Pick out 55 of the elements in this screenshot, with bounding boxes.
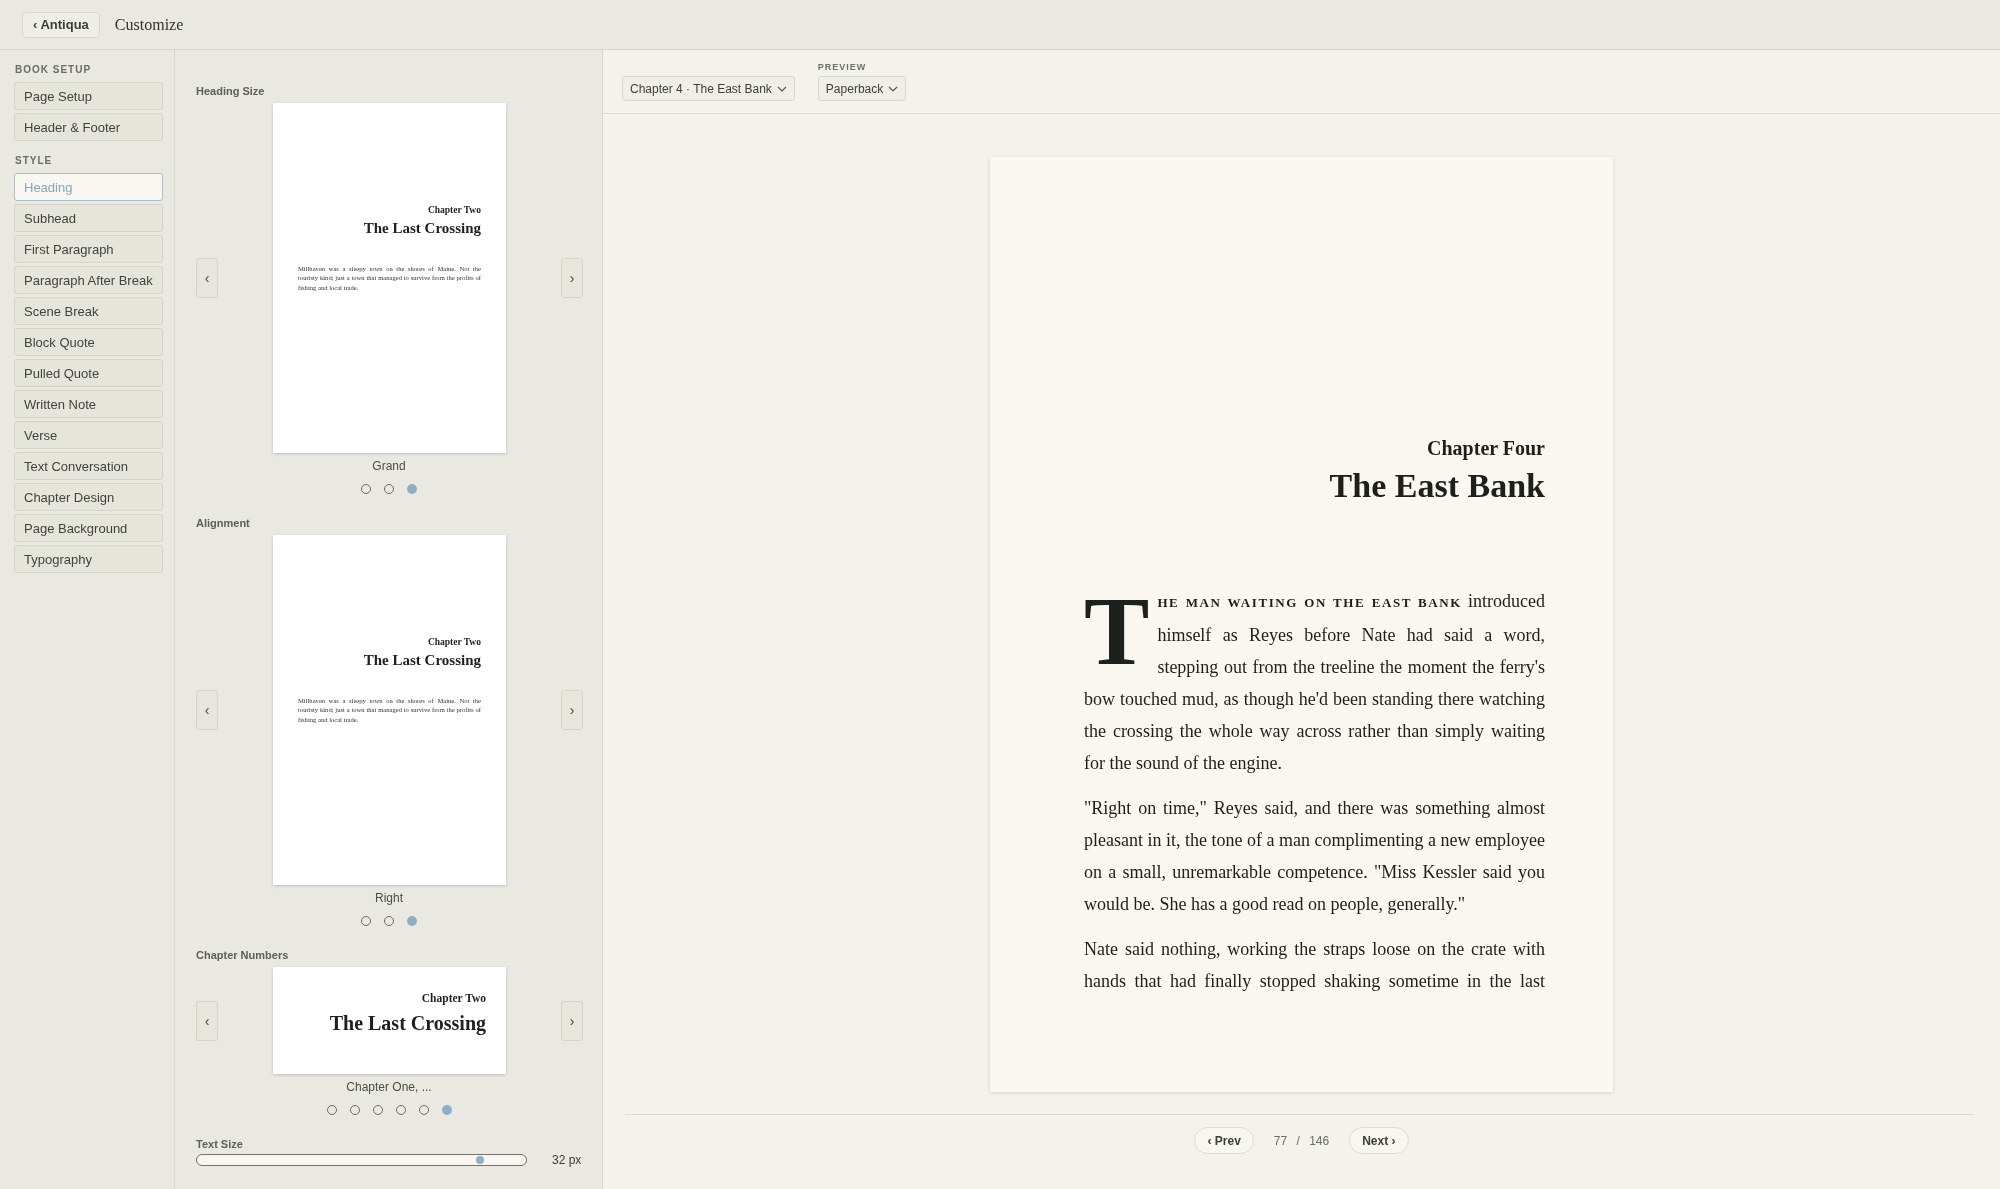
section-label: STYLE (15, 155, 54, 166)
thumbnail-title: The Last Crossing (328, 1011, 486, 1036)
page-indicator: 77 / 146 (1273, 1133, 1330, 1148)
sidebar-item[interactable]: Header & Footer (14, 113, 163, 141)
sidebar-item[interactable]: Verse (14, 421, 163, 449)
preview-label: PREVIEW (817, 62, 868, 72)
setting-label: Chapter Numbers (196, 948, 290, 962)
section-label: BOOK SETUP (15, 64, 93, 75)
thumbnail-title: The Last Crossing (362, 651, 481, 670)
sidebar-item[interactable]: Page Setup (14, 82, 163, 110)
body-paragraph: Nate said nothing, working the straps loose on the crate with hands that had finally stopped shaking sometime in the last (1084, 938, 1545, 993)
option-caption: Chapter One, ... (345, 1080, 433, 1094)
chapter-number: Chapter Four (1426, 436, 1545, 461)
option-dot[interactable] (441, 1105, 452, 1115)
option-caption: Grand (371, 459, 407, 473)
next-button[interactable]: Next › (1349, 1127, 1409, 1154)
sidebar-item[interactable]: Pulled Quote (14, 359, 163, 387)
sidebar-item[interactable]: Typography (14, 545, 163, 573)
chevron-down-icon (776, 85, 787, 92)
sidebar-item[interactable]: Page Background (14, 514, 163, 542)
sidebar-item[interactable]: Chapter Design (14, 483, 163, 511)
chapter-dropdown[interactable]: Chapter 4 · The East Bank (622, 76, 795, 101)
option-dot[interactable] (407, 916, 417, 926)
sidebar-item[interactable]: First Paragraph (14, 235, 163, 263)
setting-label: Alignment (196, 516, 251, 530)
sidebar-item[interactable]: Paragraph After Break (14, 266, 163, 294)
setting-label: Text Size (196, 1137, 244, 1151)
slider-thumb[interactable] (475, 1156, 484, 1164)
size-reading: 32 px (552, 1153, 582, 1167)
chevron-down-icon (888, 85, 899, 92)
thumbnail-chapter: Chapter Two (426, 204, 481, 216)
window-title: Customize (114, 15, 184, 34)
next-option-button[interactable]: › (561, 258, 583, 298)
text-size-slider[interactable] (196, 1154, 527, 1166)
next-option-button[interactable]: › (561, 1000, 583, 1041)
option-dot[interactable] (407, 484, 417, 494)
back-button[interactable]: ‹ Antiqua (22, 11, 100, 38)
next-option-button[interactable]: › (561, 690, 583, 730)
body-paragraph: "Right on time," Reyes said, and there was something almost pleasant in it, the tone of a man complimenting a new employee on a small, unremarkable competence. "Miss Kessler said you would be. She has a good read on people, generally." (1084, 797, 1545, 916)
prev-button[interactable]: ‹ Prev (1194, 1127, 1254, 1154)
thumbnail-chapter: Chapter Two (420, 991, 486, 1006)
setting-label: Heading Size (196, 84, 266, 98)
sidebar-item[interactable]: Subhead (14, 204, 163, 232)
previous-option-button[interactable]: ‹ (196, 258, 218, 298)
format-dropdown[interactable]: Paperback (817, 76, 907, 101)
thumbnail-chapter: Chapter Two (426, 636, 481, 648)
previous-option-button[interactable]: ‹ (196, 1000, 218, 1041)
sidebar-item[interactable]: Text Conversation (14, 452, 163, 480)
sidebar-item[interactable]: Written Note (14, 390, 163, 418)
thumbnail-title: The Last Crossing (362, 219, 481, 238)
chapter-title: The East Bank (1328, 466, 1545, 506)
previous-option-button[interactable]: ‹ (196, 690, 218, 730)
option-caption: Right (374, 891, 404, 905)
sidebar-item[interactable]: Scene Break (14, 297, 163, 325)
sidebar-item[interactable]: Block Quote (14, 328, 163, 356)
